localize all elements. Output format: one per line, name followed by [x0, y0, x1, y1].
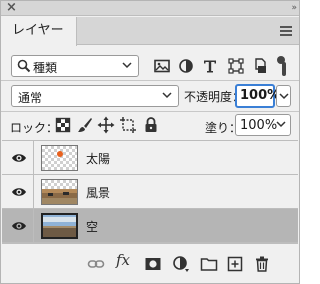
panel-title-strip: × »	[1, 0, 299, 16]
eye-icon	[12, 222, 26, 230]
layers-panel: × » レイヤー 種類 通常 不透明度： 100% ロック： 塗り： 100%	[0, 0, 300, 284]
opacity-slider-button[interactable]	[276, 85, 291, 107]
fill-value: 100%	[240, 118, 278, 133]
tab-row: レイヤー	[1, 17, 299, 46]
lock-transparent-pixels-icon[interactable]	[54, 116, 72, 134]
eye-icon	[12, 154, 26, 162]
image-filter-icon[interactable]	[153, 57, 171, 75]
add-mask-icon[interactable]	[144, 255, 162, 273]
layer-name: 太陽	[86, 152, 111, 166]
panel-menu-icon[interactable]	[280, 26, 292, 36]
tab-layers[interactable]: レイヤー	[1, 17, 77, 46]
adjustment-filter-icon[interactable]	[177, 57, 195, 75]
link-layers-icon[interactable]	[87, 255, 105, 273]
shape-filter-icon[interactable]	[227, 57, 245, 75]
lock-all-icon[interactable]	[142, 116, 160, 134]
chevron-down-icon	[276, 121, 286, 128]
layer-row[interactable]: 太陽	[2, 141, 298, 175]
new-layer-icon[interactable]	[226, 255, 244, 273]
chevron-down-icon	[162, 92, 172, 99]
new-group-icon[interactable]	[200, 255, 218, 273]
layer-style-icon[interactable]: fx	[116, 251, 130, 269]
sky-thumbnail-icon	[43, 215, 76, 237]
lock-image-pixels-icon[interactable]	[76, 116, 94, 134]
blend-mode-value: 通常	[18, 91, 43, 105]
visibility-toggle[interactable]	[2, 141, 34, 175]
collapse-icon[interactable]: »	[291, 1, 296, 16]
blend-mode-select[interactable]: 通常	[11, 85, 179, 107]
lock-artboard-icon[interactable]	[119, 116, 137, 134]
layer-filter-value: 種類	[33, 61, 58, 75]
chevron-down-icon	[122, 62, 132, 69]
layers-toolbar: fx	[2, 243, 298, 283]
layer-filter-select[interactable]: 種類	[11, 55, 139, 77]
lock-position-icon[interactable]	[97, 116, 115, 134]
layer-row[interactable]: 空	[2, 209, 298, 243]
chevron-down-icon	[279, 93, 289, 100]
layers-list: 太陽 風景 空	[2, 140, 298, 243]
delete-layer-icon[interactable]	[253, 255, 271, 273]
layer-thumbnail	[41, 145, 78, 171]
close-icon[interactable]: ×	[6, 0, 17, 15]
visibility-toggle[interactable]	[2, 175, 34, 209]
adjustment-layer-icon[interactable]	[172, 255, 190, 273]
layer-name: 風景	[86, 186, 111, 200]
visibility-toggle[interactable]	[2, 209, 34, 243]
search-icon	[17, 59, 31, 73]
lock-label: ロック：	[10, 121, 59, 135]
opacity-input[interactable]: 100%	[235, 84, 280, 108]
divider	[1, 80, 299, 81]
layer-thumbnail	[41, 179, 78, 205]
layer-name: 空	[86, 220, 99, 234]
eye-icon	[12, 188, 26, 196]
fill-input[interactable]: 100%	[235, 114, 291, 136]
layer-row[interactable]: 風景	[2, 175, 298, 209]
layer-thumbnail	[41, 213, 78, 239]
smart-object-filter-icon[interactable]	[251, 57, 269, 75]
text-filter-icon[interactable]	[201, 57, 219, 75]
landscape-thumbnail-icon	[42, 189, 77, 204]
sun-dot-icon	[57, 151, 63, 157]
divider	[1, 111, 299, 112]
filter-toggle-icon[interactable]	[277, 56, 291, 76]
